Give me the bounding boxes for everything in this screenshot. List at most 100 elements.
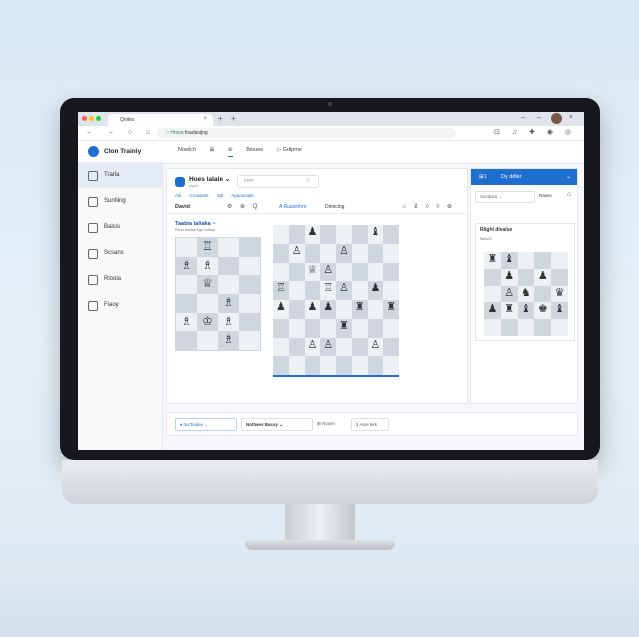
board-square[interactable]: ♙ [336, 243, 352, 263]
board-square[interactable] [176, 238, 197, 257]
chess-piece-icon[interactable]: ♗ [218, 313, 239, 332]
chess-piece-icon[interactable]: ♙ [320, 263, 336, 282]
board-square[interactable] [218, 275, 239, 294]
sidebar-item-5[interactable]: Fiaoy [78, 292, 162, 318]
chess-piece-icon[interactable]: ♖ [320, 281, 336, 300]
chess-piece-icon[interactable]: ♟ [305, 225, 321, 244]
board-square[interactable]: ♗ [176, 256, 197, 276]
board-square[interactable] [500, 319, 518, 336]
board-square[interactable]: ♕ [304, 262, 321, 282]
url-field[interactable]: ○ Hoiuo foadasijng [156, 128, 456, 138]
board-square[interactable] [336, 300, 352, 319]
close-dot-icon[interactable] [82, 116, 87, 121]
chess-piece-icon[interactable]: ♖ [197, 238, 218, 257]
subtab-0[interactable]: Aik [175, 193, 181, 198]
board-square[interactable] [288, 281, 305, 300]
board-square[interactable] [517, 252, 535, 269]
board-square[interactable] [351, 225, 368, 244]
board-square[interactable] [551, 268, 568, 286]
board-square[interactable]: ♜ [351, 300, 368, 319]
toolbar-item-3[interactable]: Biouee [246, 147, 263, 153]
search-icon[interactable]: ○ [306, 178, 309, 184]
board-square[interactable] [176, 275, 197, 294]
chess-piece-icon[interactable]: ♔ [197, 313, 218, 332]
board-square[interactable] [336, 225, 352, 244]
sidebar-item-0[interactable]: Trarla [78, 162, 162, 188]
window-controls[interactable]: – – ○ × [521, 114, 578, 121]
chess-piece-icon[interactable]: ♜ [352, 300, 368, 319]
board-square[interactable] [239, 293, 260, 313]
board-square[interactable] [517, 268, 535, 286]
board-square[interactable] [534, 285, 552, 303]
board-square[interactable] [517, 319, 535, 336]
extension-icons[interactable]: ⊡ ♫ ✚ ◉ ◎ [494, 128, 576, 136]
board-square[interactable]: ♟ [367, 281, 384, 300]
chess-piece-icon[interactable]: ♜ [383, 300, 399, 319]
minimize-dot-icon[interactable] [89, 116, 94, 121]
right-select[interactable]: Sucdacs ⌄ [475, 191, 535, 203]
chess-piece-icon[interactable]: ♗ [197, 257, 218, 276]
right-chessboard[interactable]: ♜ ♝ ♟ ♟ ♙ ♞ ♛ ♟ ♜ ♝ ♚ ♝ [484, 252, 568, 336]
board-square[interactable] [288, 225, 305, 244]
board-square[interactable] [351, 243, 368, 263]
board-square[interactable] [288, 300, 305, 319]
sidebar-item-4[interactable]: Rloola [78, 266, 162, 292]
board-square[interactable] [367, 262, 384, 282]
board-square[interactable] [383, 318, 399, 338]
board-square[interactable] [304, 281, 321, 300]
board-square[interactable] [383, 281, 399, 300]
board-square[interactable]: ♚ [534, 302, 552, 320]
board-square[interactable] [367, 318, 384, 338]
board-square[interactable] [320, 225, 336, 244]
toolbar-item-4[interactable]: ▷ Gdipme [277, 147, 302, 153]
chess-piece-icon[interactable]: ♙ [368, 338, 384, 357]
sidebar-item-1[interactable]: Sunfiing [78, 188, 162, 214]
board-square[interactable] [273, 225, 289, 244]
chess-piece-icon[interactable]: ♛ [551, 286, 568, 303]
board-square[interactable]: ♗ [176, 312, 197, 332]
chess-piece-icon[interactable]: ♝ [368, 225, 384, 244]
subtab-1[interactable]: Crosdosk [190, 193, 209, 198]
chess-piece-icon[interactable]: ♗ [218, 294, 239, 313]
board-square[interactable]: ♖ [273, 281, 289, 300]
sidebar-item-3[interactable]: Scsans [78, 240, 162, 266]
mini-chessboard[interactable]: ♖ ♗ ♗ ♕ ♗ ♗ ♔ ♗ ♗ [175, 237, 261, 351]
board-square[interactable]: ♙ [320, 262, 336, 282]
board-square[interactable] [320, 243, 336, 263]
chess-piece-icon[interactable]: ♙ [305, 338, 321, 357]
board-square[interactable] [304, 243, 321, 263]
chess-piece-icon[interactable]: ♟ [305, 300, 321, 319]
board-square[interactable] [239, 256, 260, 276]
chess-piece-icon[interactable]: ♗ [176, 313, 197, 332]
board-square[interactable] [534, 252, 552, 269]
board-square[interactable] [551, 319, 568, 336]
chess-piece-icon[interactable]: ♝ [518, 302, 535, 319]
primary-button[interactable]: ⊞1 Dy ddler ⌄ [471, 169, 577, 185]
board-square[interactable]: ♝ [551, 302, 568, 320]
board-square[interactable]: ♟ [304, 300, 321, 319]
board-square[interactable] [351, 356, 368, 375]
board-square[interactable]: ♜ [383, 300, 399, 319]
new-tab-icon[interactable]: + [218, 114, 223, 123]
board-square[interactable] [239, 331, 260, 350]
subtab-3[interactable]: Apaoinnale [231, 193, 254, 198]
bell-icon[interactable]: ⌂ [567, 191, 571, 198]
board-square[interactable] [176, 293, 197, 313]
main-chessboard[interactable]: ♟ ♝ ♙ ♙ ♕ ♙ ♖ ♖ ♙ ♟ ♟ ♟ ♟ ♜ ♜ ♜ ♙ ♙ ♙ [273, 225, 399, 377]
chess-piece-icon[interactable]: ♙ [336, 281, 352, 300]
board-square[interactable] [320, 356, 336, 375]
panel-search-input[interactable]: bem ○ [237, 175, 319, 188]
board-square[interactable] [484, 268, 501, 286]
board-square[interactable] [218, 256, 239, 276]
row-mid-label[interactable]: A Ruaionhrs [279, 204, 306, 210]
board-square[interactable]: ♜ [336, 318, 352, 338]
chess-piece-icon[interactable]: ♖ [273, 281, 289, 300]
board-square[interactable]: ♖ [320, 281, 336, 300]
chess-piece-icon[interactable]: ♟ [501, 269, 518, 286]
board-square[interactable] [336, 337, 352, 357]
chess-piece-icon[interactable]: ♝ [501, 252, 518, 269]
chess-piece-icon[interactable]: ♟ [534, 269, 551, 286]
board-square[interactable]: ♙ [288, 243, 305, 263]
board-square[interactable] [551, 252, 568, 269]
board-square[interactable] [367, 356, 384, 375]
